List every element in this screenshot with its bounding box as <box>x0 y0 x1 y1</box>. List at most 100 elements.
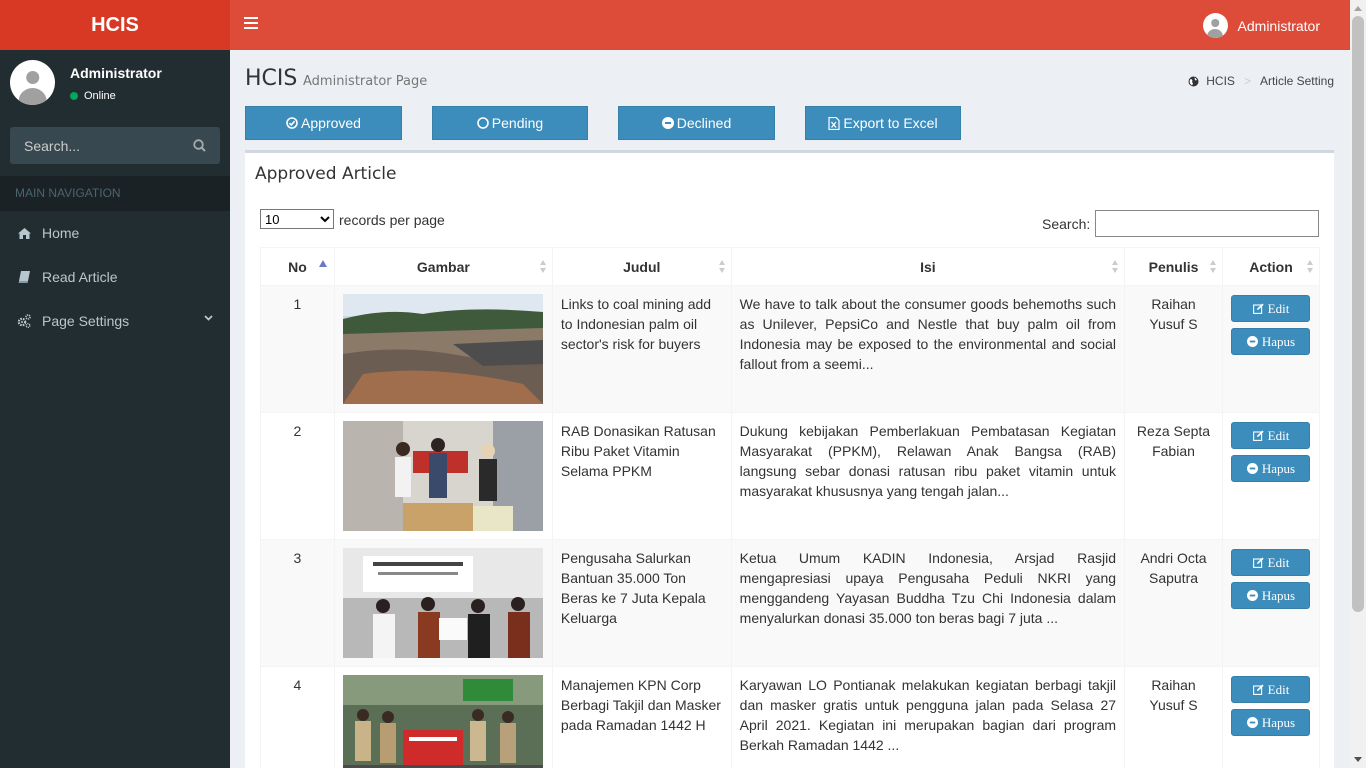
column-header-gambar[interactable]: Gambar <box>333 247 553 286</box>
row-image-cell <box>333 666 553 768</box>
minus-circle-icon <box>1246 717 1258 728</box>
row-author: Raihan Yusuf S <box>1124 666 1223 768</box>
search-icon[interactable] <box>193 139 206 152</box>
cogs-icon <box>17 314 31 328</box>
scroll-up-arrow-icon[interactable] <box>1354 6 1362 11</box>
row-actions: Edit Hapus <box>1221 539 1321 667</box>
sidebar-item-read-article[interactable]: Read Article <box>0 255 230 299</box>
sort-icon <box>1209 260 1217 274</box>
delete-button[interactable]: Hapus <box>1231 455 1311 482</box>
column-header-label: Isi <box>920 258 936 275</box>
sidebar-item-page-settings[interactable]: Page Settings <box>0 299 230 343</box>
article-thumbnail <box>342 675 543 768</box>
sort-asc-icon <box>318 260 327 267</box>
delete-button-label: Hapus <box>1261 714 1296 730</box>
scrollbar-thumb[interactable] <box>1352 16 1364 612</box>
edit-icon <box>1252 684 1264 695</box>
row-content: We have to talk about the consumer goods… <box>730 285 1126 413</box>
article-thumbnail <box>342 294 543 404</box>
table-row: 1 Links to coal mining add to Indonesian… <box>260 285 1321 413</box>
row-content: Ketua Umum KADIN Indonesia, Arsjad Rasji… <box>730 539 1126 667</box>
delete-button[interactable]: Hapus <box>1231 328 1311 355</box>
row-number: 3 <box>260 539 335 667</box>
breadcrumb-current: Article Setting <box>1259 74 1334 88</box>
sidebar-search <box>10 127 220 164</box>
article-thumbnail <box>342 548 543 658</box>
approved-button[interactable]: Approved <box>245 106 402 140</box>
sort-icon <box>539 260 547 274</box>
column-header-judul[interactable]: Judul <box>551 247 732 286</box>
book-icon <box>17 270 31 284</box>
delete-button[interactable]: Hapus <box>1231 582 1311 609</box>
row-actions: Edit Hapus <box>1221 666 1321 768</box>
column-header-penulis[interactable]: Penulis <box>1124 247 1223 286</box>
breadcrumb: HCIS > Article Setting <box>1188 74 1334 88</box>
edit-icon <box>1252 557 1264 568</box>
row-actions: Edit Hapus <box>1221 412 1321 540</box>
delete-button-label: Hapus <box>1261 333 1296 349</box>
row-title: Manajemen KPN Corp Berbagi Takjil dan Ma… <box>551 666 732 768</box>
app-logo[interactable]: HCIS <box>0 0 230 50</box>
nav-header: MAIN NAVIGATION <box>0 176 230 211</box>
online-status-label: Online <box>84 90 116 102</box>
row-image-cell <box>333 412 553 540</box>
edit-button[interactable]: Edit <box>1231 676 1311 703</box>
sidebar-search-input[interactable] <box>10 127 180 164</box>
edit-button[interactable]: Edit <box>1231 422 1311 449</box>
edit-button[interactable]: Edit <box>1231 549 1311 576</box>
records-per-page-select[interactable]: 10 25 50 100 <box>260 209 334 229</box>
table-search-input[interactable] <box>1095 210 1319 237</box>
edit-button-label: Edit <box>1267 427 1290 443</box>
globe-icon <box>1188 76 1199 86</box>
row-title: RAB Donasikan Ratusan Ribu Paket Vitamin… <box>551 412 732 540</box>
scroll-down-arrow-icon[interactable] <box>1354 757 1362 762</box>
sort-icon <box>718 260 726 274</box>
articles-table: No Gambar Judul Isi Penulis Action 1 Lin… <box>260 247 1321 768</box>
edit-button[interactable]: Edit <box>1231 295 1311 322</box>
pending-button-label: Pending <box>491 115 544 131</box>
edit-icon <box>1252 303 1264 314</box>
column-header-label: Action <box>1249 258 1293 275</box>
row-title: Links to coal mining add to Indonesian p… <box>551 285 732 413</box>
edit-button-label: Edit <box>1267 681 1290 697</box>
home-icon <box>17 226 31 240</box>
pending-button[interactable]: Pending <box>432 106 588 140</box>
sidebar-item-label: Page Settings <box>42 313 130 329</box>
table-row: 4 Manajemen KPN Corp Berbagi Takjil dan … <box>260 666 1321 768</box>
user-panel: Administrator Online <box>0 50 230 116</box>
column-header-label: Penulis <box>1148 258 1199 275</box>
minus-circle-icon <box>1246 590 1258 601</box>
records-per-page-label: records per page <box>339 212 445 228</box>
menu-toggle-icon[interactable] <box>244 17 258 29</box>
user-menu[interactable]: Administrator <box>1202 13 1320 38</box>
delete-button[interactable]: Hapus <box>1231 709 1311 736</box>
sort-icon <box>1307 260 1314 274</box>
row-number: 1 <box>260 285 335 413</box>
breadcrumb-home-link[interactable]: HCIS <box>1206 74 1235 88</box>
delete-button-label: Hapus <box>1261 587 1296 603</box>
row-content: Karyawan LO Pontianak melakukan kegiatan… <box>730 666 1126 768</box>
row-number: 2 <box>260 412 335 540</box>
page-title: HCIS <box>245 66 298 91</box>
export-excel-button[interactable]: Export to Excel <box>805 106 961 140</box>
declined-button-label: Declined <box>676 115 732 131</box>
box-title: Approved Article <box>255 164 397 184</box>
online-status: Online <box>70 90 116 102</box>
row-number: 4 <box>260 666 335 768</box>
avatar <box>1202 13 1228 38</box>
page-scrollbar[interactable] <box>1350 0 1366 768</box>
excel-file-icon <box>828 116 841 130</box>
column-header-no[interactable]: No <box>260 247 335 286</box>
minus-circle-icon <box>1246 463 1258 474</box>
row-author: Reza Septa Fabian <box>1124 412 1223 540</box>
sidebar-item-home[interactable]: Home <box>0 211 230 255</box>
table-header-row: No Gambar Judul Isi Penulis Action <box>260 247 1321 286</box>
row-author: Andri Octa Saputra <box>1124 539 1223 667</box>
article-thumbnail <box>342 421 543 531</box>
avatar <box>10 60 55 105</box>
chevron-down-icon <box>204 315 213 321</box>
declined-button[interactable]: Declined <box>618 106 775 140</box>
column-header-action[interactable]: Action <box>1221 247 1321 286</box>
column-header-isi[interactable]: Isi <box>730 247 1126 286</box>
table-row: 3 Pengusaha Salurkan Bantuan 35.000 Ton … <box>260 539 1321 667</box>
